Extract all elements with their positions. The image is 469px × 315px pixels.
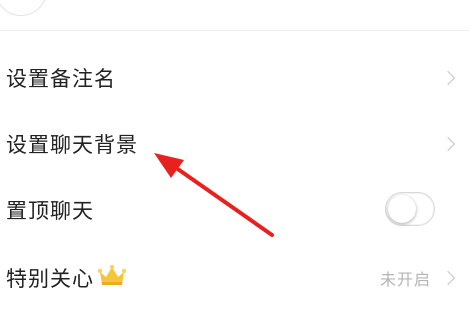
pin-chat-label: 置顶聊天 [6, 199, 94, 223]
set-remark-name-label: 设置备注名 [6, 67, 116, 91]
set-remark-name-row[interactable]: 设置备注名 [0, 45, 469, 111]
toggle-knob [388, 195, 416, 223]
special-care-status: 未开启 [379, 270, 431, 289]
set-chat-background-label: 设置聊天背景 [6, 133, 138, 157]
crown-icon [97, 264, 127, 285]
set-chat-background-row[interactable]: 设置聊天背景 [0, 111, 469, 177]
chevron-right-icon [440, 136, 456, 152]
chevron-right-icon [440, 270, 456, 286]
special-care-row[interactable]: 特别关心 未开启 [0, 245, 469, 311]
divider [0, 30, 469, 31]
pin-chat-toggle[interactable] [385, 192, 435, 226]
chevron-right-icon [440, 70, 456, 86]
special-care-label: 特别关心 [6, 267, 94, 291]
avatar [0, 0, 47, 16]
pin-chat-row: 置顶聊天 [0, 177, 469, 243]
